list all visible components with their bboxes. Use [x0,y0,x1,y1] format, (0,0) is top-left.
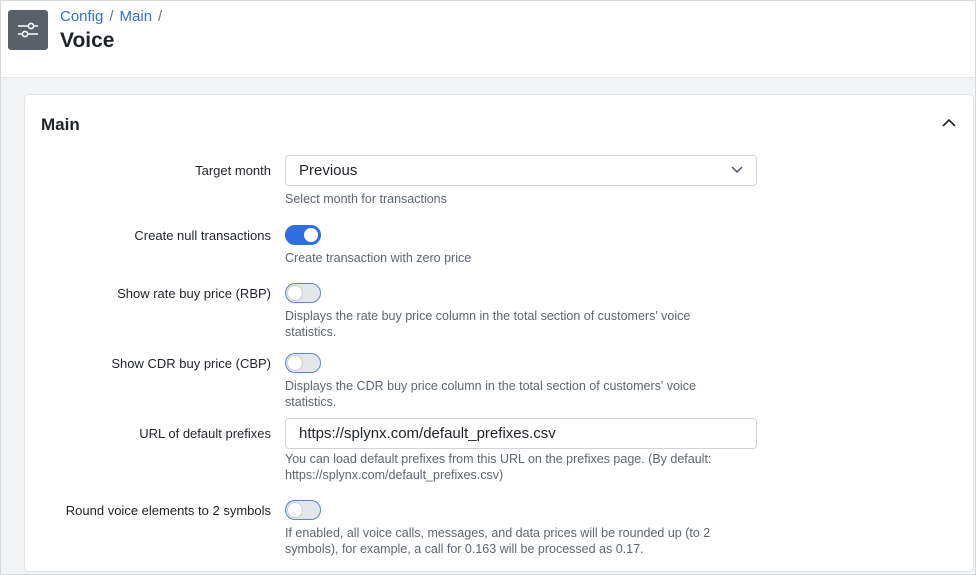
round-voice-hint: If enabled, all voice calls, messages, a… [285,526,711,556]
url-prefixes-hint: You can load default prefixes from this … [285,452,712,482]
breadcrumb-separator: / [158,8,163,25]
toggle-knob [288,356,302,370]
breadcrumb-separator: / [109,8,114,25]
show-cbp-hint: Displays the CDR buy price column in the… [285,379,696,409]
url-prefixes-input[interactable] [285,418,757,449]
show-rbp-hint: Displays the rate buy price column in th… [285,309,691,339]
target-month-hint: Select month for transactions [285,192,447,206]
breadcrumb-config[interactable]: Config [60,8,103,25]
page-header: Config / Main / Voice [1,1,975,77]
page-title: Voice [60,29,115,52]
toggle-knob [288,286,302,300]
show-cbp-label: Show CDR buy price (CBP) [111,356,271,371]
chevron-down-icon [730,162,744,180]
sliders-icon [8,10,48,50]
main-section-card: Main Target month Previous Select month … [24,94,974,572]
create-null-toggle[interactable] [285,225,321,245]
breadcrumb-main[interactable]: Main [120,8,153,25]
show-cbp-toggle[interactable] [285,353,321,373]
round-voice-toggle[interactable] [285,500,321,520]
show-rbp-label: Show rate buy price (RBP) [117,286,271,301]
target-month-label: Target month [195,163,271,178]
target-month-select[interactable]: Previous [285,155,757,186]
breadcrumb: Config / Main / [60,8,168,25]
create-null-label: Create null transactions [134,228,271,243]
toggle-knob [288,503,302,517]
url-prefixes-label: URL of default prefixes [139,426,271,441]
target-month-value: Previous [299,162,358,179]
toggle-knob [304,228,318,242]
show-rbp-toggle[interactable] [285,283,321,303]
create-null-hint: Create transaction with zero price [285,251,472,265]
chevron-up-icon[interactable] [939,113,959,133]
section-title: Main [41,115,80,134]
round-voice-label: Round voice elements to 2 symbols [65,503,271,518]
